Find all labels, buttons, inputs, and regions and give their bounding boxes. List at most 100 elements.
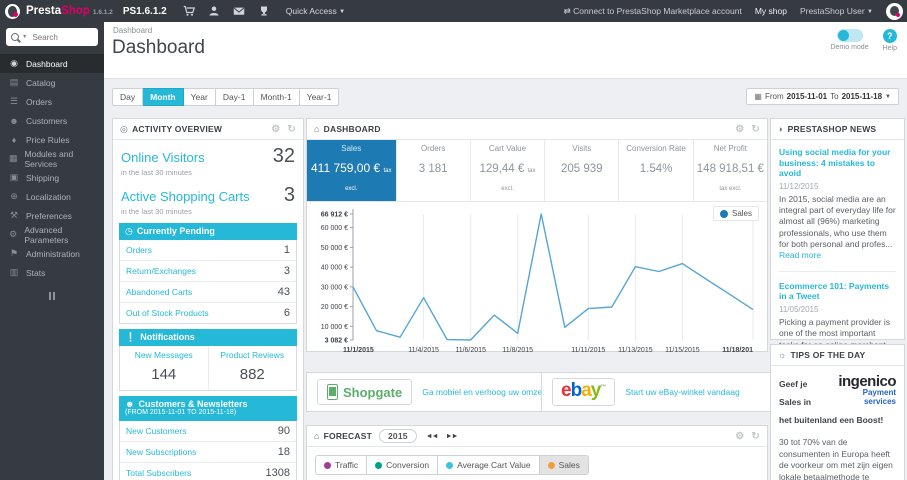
list-item[interactable]: Out of Stock Products 6 — [120, 301, 296, 323]
cart-icon[interactable] — [183, 5, 195, 17]
kpi-visits[interactable]: Visits 205 939 — [544, 140, 618, 201]
prestashop-logo-icon — [5, 3, 20, 19]
customer-icon[interactable] — [208, 5, 220, 17]
tip-body: 30 tot 70% van de consumenten in Europa … — [779, 437, 893, 480]
forecast-metric-sales[interactable]: Sales — [538, 456, 588, 474]
ebay-banner[interactable]: ebay™ Start uw eBay-winkel vandaag — [541, 372, 788, 412]
kpi-orders[interactable]: Orders 3 181 — [395, 140, 470, 201]
refresh-icon[interactable]: ↻ — [287, 124, 296, 135]
sidebar-item-customers[interactable]: ☻ Customers — [0, 111, 104, 130]
activity-overview-panel: ◎ ACTIVITY OVERVIEW ⚙ ↻ Online Visitors 32 … — [112, 118, 304, 480]
gear-icon[interactable]: ⚙ — [735, 431, 744, 442]
messages-icon[interactable] — [233, 5, 245, 17]
gear-icon[interactable]: ⚙ — [271, 124, 280, 135]
lightbulb-icon: ☼ — [778, 350, 787, 360]
sidebar-search[interactable]: ▼ — [6, 28, 98, 46]
list-item[interactable]: Return/Exchanges 3 — [120, 259, 296, 281]
advanced-parameters-icon: ⚙ — [9, 229, 18, 239]
kpi-cart-value[interactable]: Cart Value 129,44 € tax excl. — [469, 140, 544, 201]
list-item[interactable]: New Customers 90 — [120, 421, 296, 441]
svg-text:11/13/2015: 11/13/2015 — [618, 347, 653, 354]
sidebar-item-dashboard[interactable]: ◉ Dashboard — [0, 54, 104, 73]
connect-icon: ⇄ — [563, 5, 574, 16]
next-year-button[interactable]: ►► — [443, 431, 461, 442]
forecast-metric-conversion[interactable]: Conversion — [366, 456, 437, 474]
refresh-icon[interactable]: ↻ — [751, 431, 760, 442]
kpi-conversion-rate[interactable]: Conversion Rate 1.54% — [618, 140, 692, 201]
forecast-metric-average-cart-value[interactable]: Average Cart Value — [437, 456, 538, 474]
legend-dot-icon — [446, 461, 454, 469]
sidebar-item-administration[interactable]: ⚑ Administration — [0, 244, 104, 263]
kpi-sales[interactable]: Sales 411 759,00 € tax excl. — [307, 140, 396, 201]
chart-legend[interactable]: Sales — [712, 206, 759, 221]
refresh-icon[interactable]: ↻ — [751, 124, 760, 135]
list-item[interactable]: Total Subscribers 1308 — [120, 461, 296, 480]
sidebar-item-localization[interactable]: ⊕ Localization — [0, 187, 104, 206]
article-title[interactable]: Ecommerce 101: Payments in a Tweet — [779, 281, 896, 302]
customers-newsletters-list: New Customers 90 New Subscriptions 18 Tota… — [119, 420, 297, 480]
user-menu[interactable]: PrestaShop User ▼ — [800, 6, 873, 16]
tab-day[interactable]: Day — [112, 88, 144, 106]
article-title[interactable]: Using social media for your business: 4 … — [779, 147, 896, 179]
read-more-link[interactable]: Read more — [779, 250, 821, 260]
new-messages-cell[interactable]: New Messages 144 — [120, 346, 208, 390]
sidebar-collapse-handle[interactable] — [0, 292, 104, 300]
my-shop-link[interactable]: My shop — [755, 6, 787, 16]
exclamation-icon: ❕ — [125, 331, 137, 342]
currently-pending-list: Orders 1 Return/Exchanges 3 Abandoned Cart… — [119, 239, 297, 324]
svg-text:66 912 €: 66 912 € — [321, 212, 348, 219]
help-control: ? Help — [883, 29, 897, 52]
search-scope-caret[interactable]: ▼ — [22, 34, 27, 40]
search-input[interactable] — [30, 31, 93, 43]
quick-access-menu[interactable]: Quick Access ▼ — [286, 6, 345, 16]
forecast-year-badge[interactable]: 2015 — [379, 429, 417, 443]
trophy-icon[interactable] — [258, 5, 270, 17]
svg-text:11/8/2015: 11/8/2015 — [502, 347, 533, 354]
sidebar-item-catalog[interactable]: ▤ Catalog — [0, 73, 104, 92]
list-item[interactable]: Abandoned Carts 43 — [120, 280, 296, 302]
help-icon[interactable]: ? — [882, 29, 897, 43]
breadcrumb[interactable]: Dashboard — [113, 26, 152, 35]
svg-text:11/6/2015: 11/6/2015 — [455, 347, 486, 354]
tab-year-1[interactable]: Year-1 — [299, 88, 340, 106]
stats-icon: ▥ — [9, 267, 19, 277]
ebay-link[interactable]: Start uw eBay-winkel vandaag — [625, 387, 739, 397]
kpi-row: Sales 411 759,00 € tax excl. Orders 3 181 … — [307, 140, 767, 202]
sidebar-item-orders[interactable]: ☰ Orders — [0, 92, 104, 111]
sidebar-item-modules[interactable]: ▦ Modules and Services — [0, 149, 104, 169]
svg-text:11/18/201: 11/18/201 — [722, 347, 753, 354]
gear-icon[interactable]: ⚙ — [735, 124, 744, 135]
ingenico-logo: ingenico Payment services — [838, 373, 896, 406]
svg-text:20 000 €: 20 000 € — [321, 304, 348, 311]
online-visitors-stat[interactable]: Online Visitors 32 — [113, 140, 303, 168]
previous-year-button[interactable]: ◄◄ — [423, 431, 441, 442]
sidebar-item-preferences[interactable]: ⚒ Preferences — [0, 206, 104, 225]
user-avatar[interactable] — [886, 2, 903, 20]
sidebar-item-price-rules[interactable]: ♦ Price Rules — [0, 130, 104, 149]
dashboard-icon: ◉ — [10, 58, 18, 68]
sidebar-item-advanced-parameters[interactable]: ⚙ Advanced Parameters — [0, 225, 104, 245]
shopgate-banner[interactable]: Shopgate Ga mobiel en verhoog uw omzet — [306, 372, 557, 412]
panel-title: PRESTASHOP NEWS — [787, 124, 877, 134]
active-carts-stat[interactable]: Active Shopping Carts 3 — [113, 179, 303, 207]
tab-year[interactable]: Year — [183, 88, 216, 106]
svg-text:11/1/2015: 11/1/2015 — [343, 347, 374, 354]
sidebar-item-shipping[interactable]: ▣ Shipping — [0, 168, 104, 187]
sidebar-item-stats[interactable]: ▥ Stats — [0, 263, 104, 282]
kpi-net-profit[interactable]: Net Profit 148 918,51 € tax excl. — [692, 140, 767, 201]
list-item[interactable]: New Subscriptions 18 — [120, 440, 296, 462]
catalog-icon: ▤ — [9, 77, 19, 87]
date-range-picker[interactable]: ▦ From 2015-11-01 To 2015-11-18 ▼ — [746, 88, 899, 105]
product-reviews-cell[interactable]: Product Reviews 882 — [207, 345, 297, 390]
tab-day-1[interactable]: Day-1 — [215, 88, 254, 106]
sales-line-chart: 11/1/2015 11/4/2015 11/6/2015 11/8/2015 11/1… — [321, 209, 754, 354]
tab-month[interactable]: Month — [143, 88, 184, 106]
shopgate-link[interactable]: Ga mobiel en verhoog uw omzet — [422, 387, 544, 397]
forecast-metric-traffic[interactable]: Traffic — [316, 456, 366, 474]
marketplace-connect-link[interactable]: ⇄ Connect to PrestaShop Marketplace acco… — [564, 6, 742, 17]
shopgate-logo: Shopgate — [317, 379, 413, 405]
demo-mode-toggle[interactable] — [836, 29, 863, 42]
forecast-cart-icon: ⌂ — [314, 431, 320, 441]
tab-month-1[interactable]: Month-1 — [253, 88, 300, 106]
list-item[interactable]: Orders 1 — [120, 240, 296, 260]
